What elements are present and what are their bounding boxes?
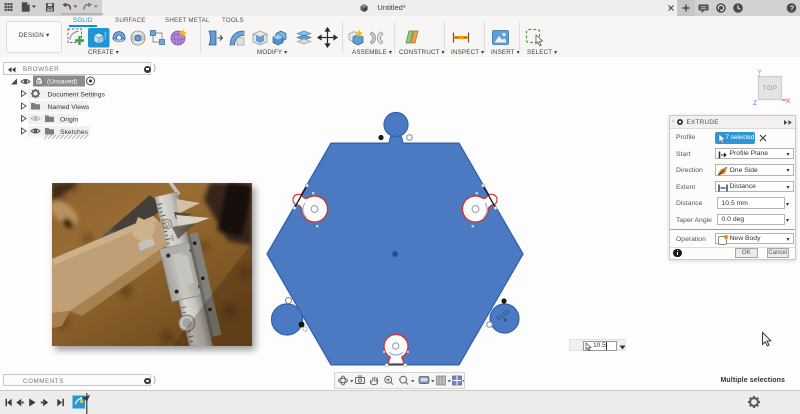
svg-text:X: X: [786, 98, 791, 105]
svg-text:Origin: Origin: [60, 117, 78, 124]
svg-text:Y: Y: [758, 69, 763, 76]
svg-text:Sketches: Sketches: [60, 129, 89, 136]
svg-text:Z: Z: [753, 100, 757, 107]
svg-text:Named Views: Named Views: [48, 104, 90, 111]
svg-text:(Unsaved): (Unsaved): [47, 79, 77, 86]
svg-text:Document Settings: Document Settings: [48, 92, 106, 99]
